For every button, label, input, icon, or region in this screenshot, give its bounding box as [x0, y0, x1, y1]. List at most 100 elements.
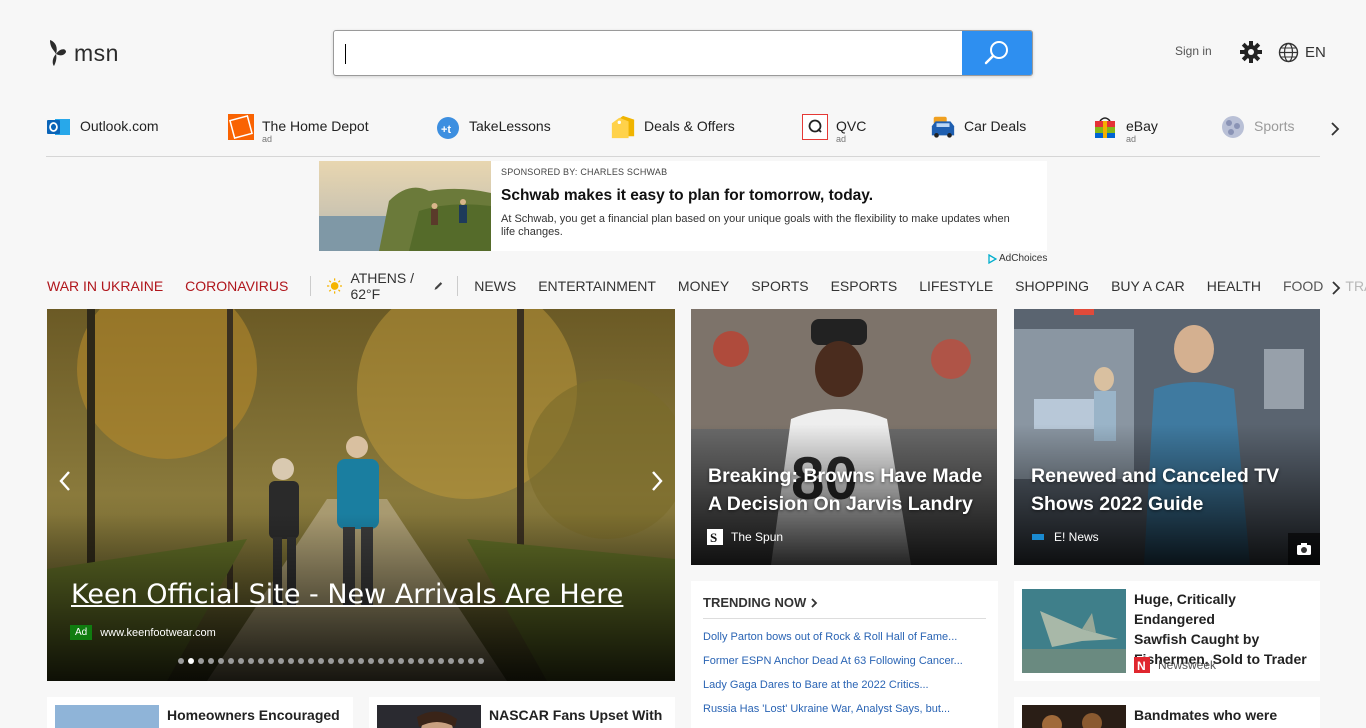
nav-food[interactable]: FOOD [1283, 278, 1323, 294]
carousel-dot[interactable] [378, 658, 384, 664]
language-selector[interactable]: EN [1278, 42, 1326, 63]
nav-buy-a-car[interactable]: BUY A CAR [1111, 278, 1185, 294]
adchoices-link[interactable]: AdChoices [988, 253, 1047, 264]
newsweek-logo-icon: N [1134, 657, 1150, 673]
settings-button[interactable] [1240, 41, 1262, 68]
pencil-icon[interactable] [433, 279, 444, 293]
carousel-dot[interactable] [208, 658, 214, 664]
carousel-dot[interactable] [468, 658, 474, 664]
carousel-dot[interactable] [178, 658, 184, 664]
nav-next-button[interactable] [1330, 280, 1342, 301]
trending-link[interactable]: Lady Gaga Dares to Bare at the 2022 Crit… [703, 679, 981, 691]
carousel-dot[interactable] [288, 658, 294, 664]
carousel-dot[interactable] [298, 658, 304, 664]
quick-links-next-button[interactable] [1328, 120, 1342, 143]
carousel-dot[interactable] [338, 658, 344, 664]
source-name: The Spun [731, 530, 784, 544]
carousel-dot[interactable] [368, 658, 374, 664]
carousel-next-button[interactable] [649, 469, 665, 498]
trending-link[interactable]: Former ESPN Anchor Dead At 63 Following … [703, 655, 981, 667]
sign-in-link[interactable]: Sign in [1175, 44, 1212, 58]
story-thumbnail [1022, 589, 1126, 673]
carousel-dot[interactable] [388, 658, 394, 664]
carousel-dot[interactable] [328, 658, 334, 664]
carousel-dot[interactable] [268, 658, 274, 664]
quick-link-qvc[interactable]: QVC ad [802, 114, 866, 144]
nav-travel[interactable]: TRAVEL [1345, 278, 1366, 294]
carousel-dot[interactable] [358, 658, 364, 664]
ad-source[interactable]: www.keenfootwear.com [100, 627, 216, 639]
gear-icon [1240, 41, 1262, 63]
trending-header[interactable]: TRENDING NOW [703, 595, 986, 619]
story-card-nascar[interactable]: NASCAR Fans Upset With [369, 697, 675, 728]
story-title-line: Breaking: Browns Have Made [708, 465, 983, 487]
carousel-dot[interactable] [238, 658, 244, 664]
takelessons-icon: +t [435, 114, 461, 140]
carousel-dot[interactable] [458, 658, 464, 664]
carousel-dot[interactable] [218, 658, 224, 664]
quick-link-car-deals[interactable]: Car Deals [930, 114, 1026, 140]
carousel-dot[interactable] [278, 658, 284, 664]
story-card-tv-shows[interactable]: Renewed and Canceled TV Shows 2022 Guide… [1014, 309, 1320, 565]
nav-coronavirus[interactable]: CORONAVIRUS [185, 278, 288, 294]
nav-entertainment[interactable]: ENTERTAINMENT [538, 278, 656, 294]
nav-health[interactable]: HEALTH [1207, 278, 1261, 294]
carousel-dot[interactable] [308, 658, 314, 664]
quick-link-takelessons[interactable]: +t TakeLessons [435, 114, 551, 140]
story-source: E! News [1030, 529, 1099, 545]
search-input[interactable] [334, 31, 962, 75]
msn-logo[interactable]: msn [46, 38, 119, 68]
quick-link-deals[interactable]: Deals & Offers [610, 114, 735, 140]
carousel-dot[interactable] [228, 658, 234, 664]
carousel-dots[interactable] [178, 658, 484, 664]
hero-carousel[interactable]: Keen Official Site - New Arrivals Are He… [47, 309, 675, 681]
quick-link-outlook[interactable]: Outlook.com [46, 114, 159, 140]
carousel-dot[interactable] [478, 658, 484, 664]
carousel-dot[interactable] [418, 658, 424, 664]
carousel-dot[interactable] [398, 658, 404, 664]
story-card-sawfish[interactable]: Huge, Critically Endangered Sawfish Caug… [1014, 581, 1320, 681]
story-card-browns[interactable]: 80 Breaking: Browns Have Made A Decision… [691, 309, 997, 565]
carousel-dot[interactable] [188, 658, 194, 664]
nav-money[interactable]: MONEY [678, 278, 729, 294]
story-title: Bandmates who were [1134, 707, 1278, 723]
nav-sports[interactable]: SPORTS [751, 278, 808, 294]
quick-links-bar: Outlook.com The Home Depot ad +t TakeLess… [46, 114, 1320, 157]
carousel-dot[interactable] [248, 658, 254, 664]
carousel-dot[interactable] [438, 658, 444, 664]
logo-text: msn [74, 39, 119, 66]
story-card-homeowners[interactable]: Homeowners Encouraged to [47, 697, 353, 728]
nav-news[interactable]: NEWS [474, 278, 516, 294]
search-box[interactable] [333, 30, 1033, 76]
story-title: NASCAR Fans Upset With [489, 707, 663, 723]
trending-link[interactable]: Dolly Parton bows out of Rock & Roll Hal… [703, 631, 981, 643]
story-card-bandmates[interactable]: Bandmates who were [1014, 697, 1320, 728]
weather-label: ATHENS / 62°F [350, 270, 414, 302]
quick-link-sports[interactable]: Sports [1220, 114, 1294, 140]
nav-weather[interactable]: ATHENS / 62°F [327, 270, 443, 302]
quick-link-label: Outlook.com [80, 118, 159, 134]
carousel-dot[interactable] [348, 658, 354, 664]
nav-shopping[interactable]: SHOPPING [1015, 278, 1089, 294]
carousel-dot[interactable] [318, 658, 324, 664]
quick-link-home-depot[interactable]: The Home Depot ad [228, 114, 369, 144]
ad-headline[interactable]: Schwab makes it easy to plan for tomorro… [501, 187, 1021, 205]
story-title: Breaking: Browns Have Made A Decision On… [708, 462, 982, 518]
nav-lifestyle[interactable]: LIFESTYLE [919, 278, 993, 294]
quick-link-ebay[interactable]: eBay ad [1092, 114, 1158, 144]
carousel-prev-button[interactable] [57, 469, 73, 498]
carousel-dot[interactable] [408, 658, 414, 664]
nav-esports[interactable]: ESPORTS [831, 278, 898, 294]
search-button[interactable] [962, 31, 1032, 75]
quick-link-label: Sports [1254, 118, 1295, 134]
sponsored-ad[interactable]: SPONSORED BY: CHARLES SCHWAB Schwab make… [319, 161, 1047, 251]
nav-war-in-ukraine[interactable]: WAR IN UKRAINE [47, 278, 163, 294]
carousel-dot[interactable] [198, 658, 204, 664]
chevron-right-icon [1332, 281, 1341, 295]
carousel-dot[interactable] [428, 658, 434, 664]
globe-icon [1278, 42, 1299, 63]
trending-link[interactable]: Russia Has 'Lost' Ukraine War, Analyst S… [703, 703, 981, 715]
carousel-dot[interactable] [448, 658, 454, 664]
hero-title[interactable]: Keen Official Site - New Arrivals Are He… [71, 579, 623, 610]
carousel-dot[interactable] [258, 658, 264, 664]
